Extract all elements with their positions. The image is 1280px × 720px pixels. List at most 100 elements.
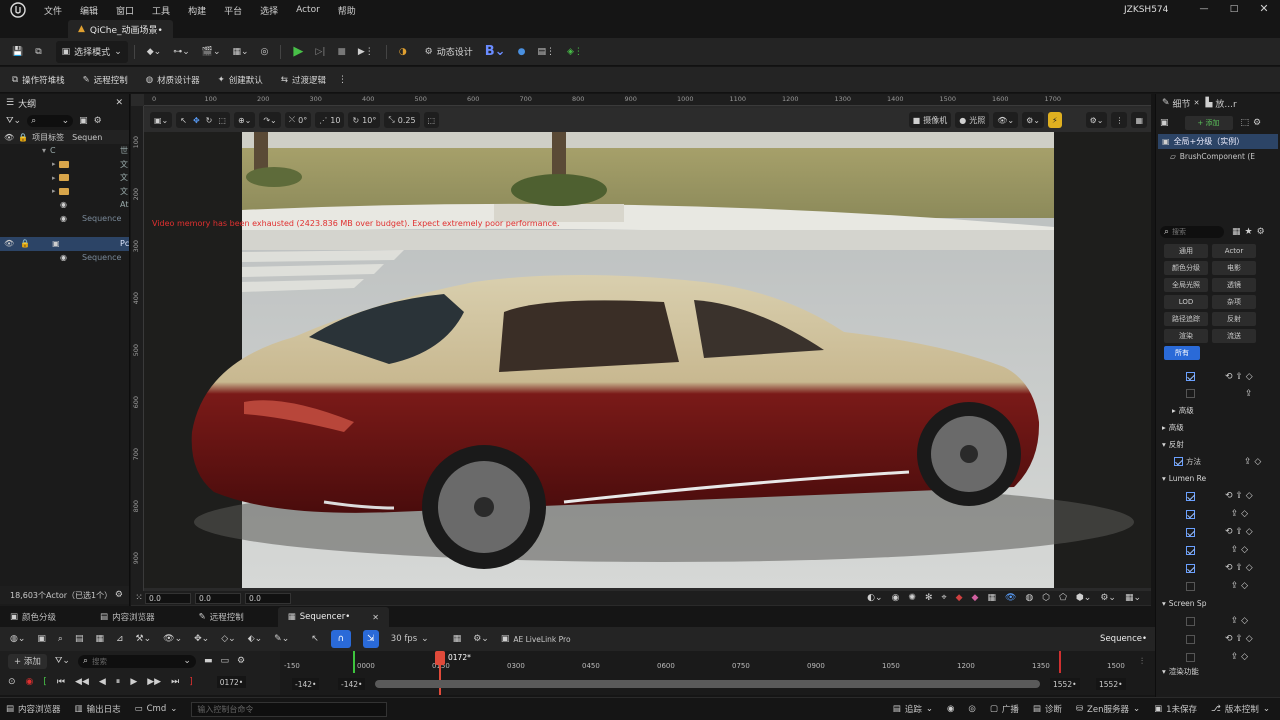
save-icon[interactable]: ▣ xyxy=(37,634,46,644)
more-icon[interactable]: ⋮ xyxy=(338,75,347,85)
section-lumen-reflections[interactable]: ▾ Lumen Re xyxy=(1156,470,1280,487)
rotation-snap-button[interactable]: ↻ 10° xyxy=(348,112,381,128)
filter-all[interactable]: 所有 xyxy=(1164,346,1200,360)
select-icon[interactable]: ↖ xyxy=(311,634,319,644)
level-tab[interactable]: ▲ QiChe_动画场景• xyxy=(68,20,173,38)
fps-dropdown[interactable]: 30 fps ⌄ xyxy=(391,634,429,644)
range-end-icon[interactable]: ] xyxy=(189,677,193,687)
menu-help[interactable]: 帮助 xyxy=(338,4,356,17)
viewport-options-button[interactable]: ▣⌄ xyxy=(150,112,173,128)
cmd-dropdown[interactable]: ▭ Cmd ⌄ xyxy=(135,704,178,714)
lock-icon[interactable]: 🔒 xyxy=(18,133,28,142)
coord-y-field[interactable]: 0.0 xyxy=(195,592,241,604)
reset-icon[interactable]: ⇪ xyxy=(1245,389,1253,399)
section-screen-space[interactable]: ▾ Screen Sp xyxy=(1156,595,1280,612)
sun-icon[interactable]: ✺ xyxy=(908,593,916,603)
outliner-row-sequence[interactable]: ◉ Sequence xyxy=(0,251,129,265)
move-tool-icon[interactable]: ✥ xyxy=(193,116,200,125)
tile-icon[interactable]: ▦⌄ xyxy=(1125,593,1141,603)
filter-streaming[interactable]: 流送 xyxy=(1212,329,1256,343)
filter-lod[interactable]: LOD xyxy=(1164,295,1208,309)
derived-data-icon[interactable]: ◉ xyxy=(947,704,954,714)
tab-remote-control[interactable]: ✎ 远程控制 xyxy=(189,607,254,627)
property-checkbox[interactable] xyxy=(1186,616,1195,626)
reset-icon[interactable]: ⟲ ⇪ ◇ xyxy=(1225,491,1253,501)
menu-build[interactable]: 构建 xyxy=(188,4,206,17)
operator-stack-button[interactable]: ⧉ 操作符堆栈 xyxy=(6,69,71,91)
working-range-start-field[interactable]: -142• xyxy=(338,678,366,690)
record-icon[interactable]: ◉ xyxy=(26,677,34,687)
reset-icon[interactable]: ⟲ ⇪ ◇ xyxy=(1225,563,1253,573)
range-start-icon[interactable]: [ xyxy=(43,677,47,687)
find-icon[interactable]: ⌕ xyxy=(58,634,63,644)
platform-button[interactable]: ◑ xyxy=(393,41,413,63)
property-checkbox[interactable] xyxy=(1186,581,1195,591)
pause-icon[interactable]: ⏸ xyxy=(116,677,121,687)
notification-icon[interactable]: ◎ xyxy=(968,704,975,714)
outliner-row-folder[interactable]: ▸ 文 xyxy=(0,185,129,199)
output-log-button[interactable]: ▥ 输出日志 xyxy=(75,703,121,715)
lighting-button[interactable]: ● 光照 xyxy=(955,112,990,128)
track-settings-icon[interactable]: ⚙ xyxy=(237,656,245,666)
menu-tools[interactable]: 工具 xyxy=(152,4,170,17)
view-range-start-field[interactable]: -142• xyxy=(292,678,320,690)
outliner-row-world[interactable]: ▾ C世 xyxy=(0,144,129,158)
visibility-icon[interactable]: 👁 xyxy=(4,133,14,142)
filter-gi[interactable]: 全局光照 xyxy=(1164,278,1208,292)
filter-icon[interactable]: ⛛⌄ xyxy=(6,116,21,126)
stop-button[interactable]: ■ xyxy=(331,41,352,63)
performance-button[interactable]: ⚙⌄ xyxy=(1022,112,1044,128)
globe-button[interactable]: ● xyxy=(512,41,532,63)
reset-icon[interactable]: ⟲ ⇪ ◇ xyxy=(1225,527,1253,537)
current-frame-field[interactable]: 0172• xyxy=(216,676,247,688)
filter-color-grading[interactable]: 颜色分级 xyxy=(1164,261,1208,275)
plugin-button[interactable]: ◈⋮ xyxy=(561,41,589,63)
timeline-vscroll-icon[interactable]: ⫶ xyxy=(1137,657,1147,667)
lock-icon[interactable]: 🔒 xyxy=(20,239,30,248)
pink-icon[interactable]: ◆ xyxy=(972,593,979,603)
timeline-scrollbar[interactable] xyxy=(375,680,1040,688)
section-advanced[interactable]: ▸ 高级 xyxy=(1156,419,1280,436)
foliage-icon[interactable]: ⬢⌄ xyxy=(1076,593,1091,603)
component-root-row[interactable]: ▣ 全局+分级（实例） xyxy=(1158,134,1278,149)
curve-editor-icon[interactable]: ▦ xyxy=(453,634,462,644)
step-button[interactable]: ▷| xyxy=(309,41,331,63)
viewport-layout-button[interactable]: ▦ xyxy=(1131,112,1147,128)
close-icon[interactable]: ✕ xyxy=(1194,99,1200,107)
pen-icon[interactable]: ✎⌄ xyxy=(274,634,289,644)
visibility-icon[interactable]: 👁 xyxy=(1005,593,1016,603)
menu-select[interactable]: 选择 xyxy=(260,4,278,17)
sequencer-settings-icon[interactable]: ⚙⌄ xyxy=(473,634,489,644)
auto-key-icon[interactable]: ⊙ xyxy=(8,677,16,687)
property-checkbox[interactable] xyxy=(1186,634,1195,644)
property-checkbox[interactable] xyxy=(1186,389,1195,398)
dynamic-design-button[interactable]: ⚙ 动态设计 xyxy=(419,41,479,63)
remote-control-button[interactable]: ✎ 远程控制 xyxy=(77,69,134,91)
reset-icon[interactable]: ⟲ ⇪ ◇ xyxy=(1225,634,1253,644)
color-wheel-icon[interactable]: ◉ xyxy=(892,593,900,603)
playback-range-start[interactable] xyxy=(353,651,355,673)
minimize-icon[interactable]: — xyxy=(1198,4,1210,14)
viewport-more-button[interactable]: ⋮ xyxy=(1111,112,1128,128)
table-view-icon[interactable]: ▦ xyxy=(1232,227,1241,237)
play-options-button[interactable]: ▶⋮ xyxy=(352,41,380,63)
unsaved-button[interactable]: ▣ 1未保存 xyxy=(1154,703,1197,715)
tab-other[interactable]: ▙ 放...r xyxy=(1205,97,1236,110)
broadcast-button[interactable]: ◎ xyxy=(255,41,275,63)
playhead[interactable] xyxy=(435,651,445,665)
zen-server-button[interactable]: ⛁ Zen服务器 ⌄ xyxy=(1076,703,1140,715)
outliner-row-sequence[interactable]: ◉ Sequence xyxy=(0,212,129,226)
outliner-row-actor[interactable]: ◉ At xyxy=(0,198,129,212)
angle-snap-button[interactable]: ⤬ 0° xyxy=(284,112,312,128)
realtime-button[interactable]: ⚡ xyxy=(1047,112,1062,128)
view-options-icon[interactable]: 👁⌄ xyxy=(163,634,182,644)
filter-reflection[interactable]: 反射 xyxy=(1212,312,1256,326)
reset-icon[interactable]: ⇪ ◇ xyxy=(1225,509,1248,519)
expand-icon[interactable]: ▭ xyxy=(220,656,229,666)
reset-icon[interactable]: ⇪ ◇ xyxy=(1225,652,1248,662)
outliner-row-folder[interactable]: ▸ 文 xyxy=(0,158,129,172)
column-label[interactable]: 项目标签 xyxy=(32,132,68,143)
property-checkbox[interactable] xyxy=(1186,527,1195,537)
reset-icon[interactable]: ⇪ ◇ xyxy=(1225,616,1248,626)
red-icon[interactable]: ◆ xyxy=(956,593,963,603)
